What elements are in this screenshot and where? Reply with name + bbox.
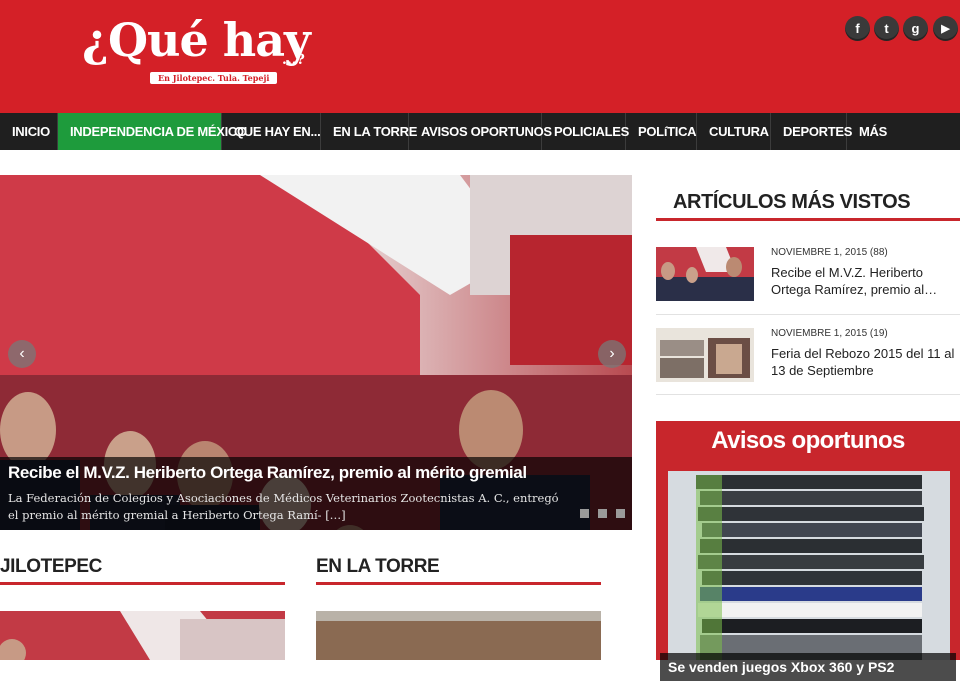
site-logo[interactable]: ¿Qué hay ...? En Jilotepec. Tula. Tepeji xyxy=(82,12,311,92)
slider-next-arrow[interactable]: › xyxy=(598,340,626,368)
most-viewed-date: NOVIEMBRE 1, 2015 (88) xyxy=(771,247,888,258)
most-viewed-thumb[interactable] xyxy=(656,247,754,301)
site-header: ¿Qué hay ...? En Jilotepec. Tula. Tepeji… xyxy=(0,0,960,113)
nav-independencia[interactable]: INDEPENDENCIA DE MÉXICO xyxy=(58,113,247,150)
nav-deportes[interactable]: DEPORTES xyxy=(771,113,852,150)
nav-avisos-oportunos[interactable]: AVISOS OPORTUNOS xyxy=(409,113,552,150)
slider-dot-3[interactable] xyxy=(616,509,625,518)
slider-caption: Recibe el M.V.Z. Heriberto Ortega Ramíre… xyxy=(0,457,632,530)
logo-text: ¿Qué hay xyxy=(82,13,311,67)
nav-en-la-torre[interactable]: EN LA TORRE xyxy=(321,113,417,150)
section-title-en-la-torre[interactable]: EN LA TORRE xyxy=(316,556,440,578)
avisos-title[interactable]: Avisos oportunos xyxy=(656,427,960,455)
avisos-oportunos-widget: Avisos oportunos Se venden juegos Xbox 3… xyxy=(656,421,960,681)
en-la-torre-thumbnail[interactable] xyxy=(316,611,601,660)
slider-prev-arrow[interactable]: ‹ xyxy=(8,340,36,368)
slider-excerpt: La Federación de Colegios y Asociaciones… xyxy=(8,491,559,522)
most-viewed-date: NOVIEMBRE 1, 2015 (19) xyxy=(771,328,888,339)
nav-policiales[interactable]: POLICIALES xyxy=(542,113,629,150)
avisos-caption[interactable]: Se venden juegos Xbox 360 y PS2 xyxy=(660,653,956,681)
divider xyxy=(656,394,960,395)
avisos-image[interactable] xyxy=(668,471,950,660)
jilotepec-thumbnail[interactable] xyxy=(0,611,285,660)
nav-mas[interactable]: MÁS xyxy=(847,113,895,150)
divider xyxy=(656,314,960,315)
logo-dots: ...? xyxy=(282,52,305,68)
nav-inicio[interactable]: INICIO xyxy=(0,113,58,150)
slider-dot-1[interactable] xyxy=(580,509,589,518)
slider-title[interactable]: Recibe el M.V.Z. Heriberto Ortega Ramíre… xyxy=(8,463,527,483)
nav-cultura[interactable]: CULTURA xyxy=(697,113,771,150)
section-title-jilotepec[interactable]: JILOTEPEC xyxy=(0,556,102,578)
most-viewed-item[interactable]: NOVIEMBRE 1, 2015 (88) Recibe el M.V.Z. … xyxy=(656,247,960,315)
nav-politica[interactable]: POLíTICA xyxy=(626,113,697,150)
logo-tagline: En Jilotepec. Tula. Tepeji xyxy=(150,72,278,84)
youtube-icon[interactable]: ▶ xyxy=(933,16,958,41)
most-viewed-title: ARTÍCULOS MÁS VISTOS xyxy=(673,191,911,213)
section-rule xyxy=(0,582,285,585)
most-viewed-item[interactable]: NOVIEMBRE 1, 2015 (19) Feria del Rebozo … xyxy=(656,328,960,396)
facebook-icon[interactable]: f xyxy=(845,16,870,41)
most-viewed-link[interactable]: Recibe el M.V.Z. Heriberto Ortega Ramíre… xyxy=(771,264,960,298)
most-viewed-thumb[interactable] xyxy=(656,328,754,382)
section-rule xyxy=(316,582,601,585)
most-viewed-link[interactable]: Feria del Rebozo 2015 del 11 al 13 de Se… xyxy=(771,345,960,379)
slider-dot-2[interactable] xyxy=(598,509,607,518)
section-rule xyxy=(656,218,960,221)
nav-que-hay-en[interactable]: QUE HAY EN... xyxy=(222,113,321,150)
twitter-icon[interactable]: t xyxy=(874,16,899,41)
main-nav: INICIO INDEPENDENCIA DE MÉXICO QUE HAY E… xyxy=(0,113,960,150)
google-plus-icon[interactable]: g xyxy=(903,16,928,41)
